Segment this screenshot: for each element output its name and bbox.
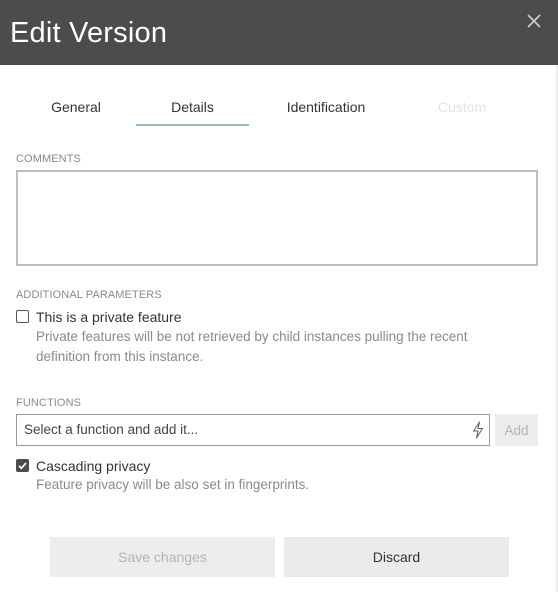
cascading-privacy-label: Cascading privacy xyxy=(36,458,151,474)
functions-label: FUNCTIONS xyxy=(16,397,82,409)
private-feature-help: Private features will be not retrieved b… xyxy=(36,327,526,367)
comments-label: COMMENTS xyxy=(16,153,81,165)
tab-general[interactable]: General xyxy=(36,92,116,124)
private-feature-checkbox[interactable] xyxy=(16,310,29,323)
cascading-privacy-help: Feature privacy will be also set in fing… xyxy=(36,477,310,492)
private-feature-help-line1: Private features will be not retrieved b… xyxy=(36,329,468,344)
tab-custom: Custom xyxy=(437,99,487,115)
tab-identification[interactable]: Identification xyxy=(270,92,382,124)
tab-details[interactable]: Details xyxy=(136,92,249,126)
additional-parameters-label: ADDITIONAL PARAMETERS xyxy=(16,289,162,301)
save-changes-button[interactable]: Save changes xyxy=(50,537,275,577)
close-icon[interactable] xyxy=(524,11,544,31)
function-select-placeholder: Select a function and add it... xyxy=(24,422,199,437)
function-select-input[interactable]: Select a function and add it... xyxy=(16,414,490,446)
dialog-title: Edit Version xyxy=(10,17,168,49)
tab-bar: General Details Identification Custom xyxy=(0,92,558,126)
cascading-privacy-checkbox[interactable] xyxy=(16,459,29,472)
private-feature-label: This is a private feature xyxy=(36,309,182,325)
lightning-bolt-icon[interactable] xyxy=(471,421,485,439)
private-feature-help-line2: definition from this instance. xyxy=(36,349,204,364)
edit-version-dialog: Edit Version General Details Identificat… xyxy=(0,0,558,592)
discard-button[interactable]: Discard xyxy=(284,537,509,577)
add-function-button[interactable]: Add xyxy=(495,414,538,446)
comments-textarea[interactable] xyxy=(16,170,538,266)
dialog-header: Edit Version xyxy=(0,0,558,65)
checkmark-icon xyxy=(18,462,27,470)
